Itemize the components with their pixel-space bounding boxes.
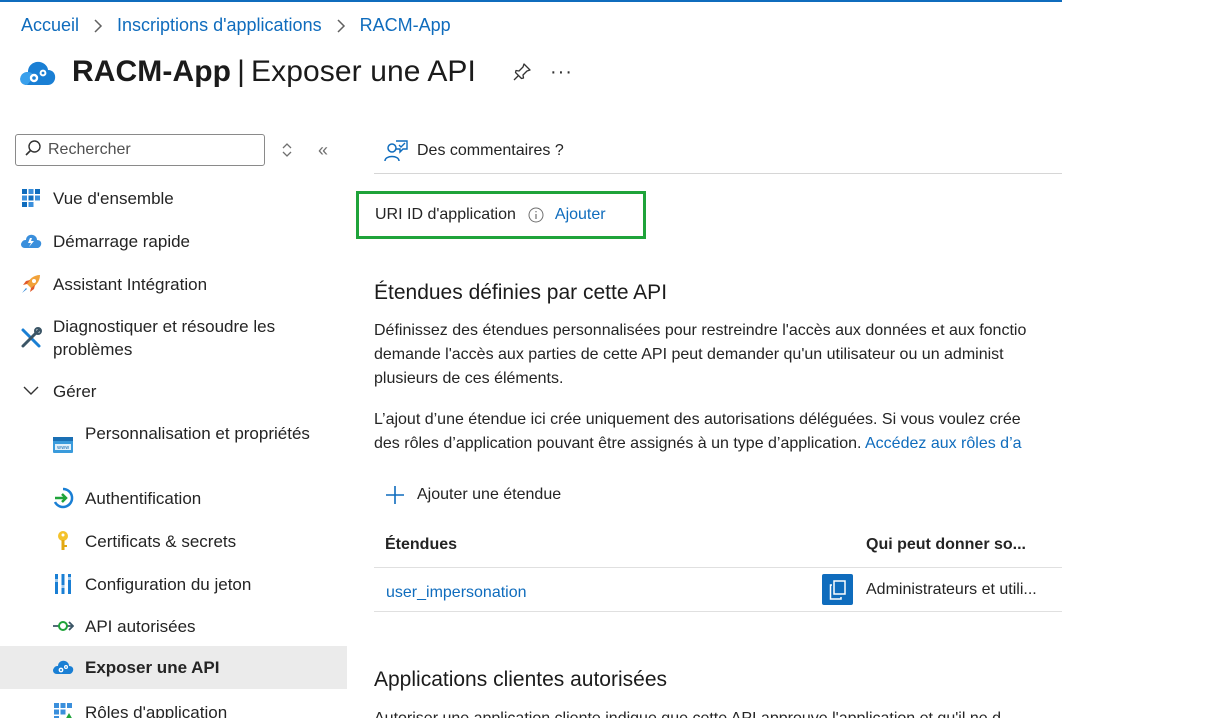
sidebar-search-input[interactable] [48, 141, 248, 159]
app-id-uri-label: URI ID d'application [375, 206, 516, 223]
app-cloud-gear-icon [18, 52, 58, 92]
chevron-right-icon [336, 18, 346, 33]
chevron-down-icon [20, 380, 42, 402]
command-bar: Des commentaires ? [374, 128, 1062, 174]
sidebar-item-authentication[interactable]: Authentification [0, 484, 347, 512]
key-icon [52, 530, 74, 552]
sidebar-item-label: Certificats & secrets [85, 532, 237, 551]
scopes-section-title: Étendues définies par cette API [374, 281, 668, 304]
sidebar-item-token-configuration[interactable]: Configuration du jeton [0, 570, 347, 598]
svg-text:www: www [57, 445, 69, 451]
top-accent-line [0, 0, 1062, 2]
pin-icon[interactable] [510, 60, 534, 84]
table-header: Étendues Qui peut donner so... [374, 528, 1062, 568]
page-title-app: RACM-App [72, 55, 232, 88]
sidebar-item-overview[interactable]: Vue d'ensemble [0, 184, 347, 212]
sidebar-item-quickstart[interactable]: Démarrage rapide [0, 227, 347, 255]
sidebar-group-manage[interactable]: Gérer [0, 377, 347, 405]
app-id-uri-row: URI ID d'application Ajouter [356, 191, 646, 239]
api-permissions-icon [52, 615, 74, 637]
sidebar-item-label: Démarrage rapide [53, 232, 191, 251]
table-row: user_impersonation Administrateurs et ut… [374, 568, 1062, 612]
sidebar-item-label: Diagnostiquer et résoudre les problèmes [53, 317, 276, 359]
scopes-description-line: plusieurs de ces éléments. [374, 370, 564, 387]
consent-value: Administrateurs et utili... [866, 581, 1037, 598]
chevron-right-icon [93, 18, 103, 33]
authorized-clients-title: Applications clientes autorisées [374, 668, 667, 691]
sidebar-search-box [15, 134, 265, 166]
authentication-icon [52, 487, 74, 509]
sidebar-item-expose-api[interactable]: Exposer une API [0, 646, 347, 689]
breadcrumb-home[interactable]: Accueil [21, 15, 79, 36]
sidebar-item-label: Vue d'ensemble [53, 189, 174, 208]
sidebar-item-api-permissions[interactable]: API autorisées [0, 612, 347, 640]
scopes-description-line: demande l'accès aux parties de cette API… [374, 346, 1004, 363]
delegated-permissions-note: L’ajout d’une étendue ici crée uniquemen… [374, 408, 1062, 456]
note-line-text: des rôles d’application pouvant être ass… [374, 435, 862, 452]
page-header: RACM-App | Exposer une API ··· [18, 52, 573, 92]
note-line: des rôles d’application pouvant être ass… [374, 432, 1062, 456]
title-separator: | [237, 55, 245, 88]
add-scope-button[interactable]: Ajouter une étendue [384, 484, 561, 506]
sidebar-item-label: API autorisées [85, 617, 196, 636]
plus-icon [384, 484, 406, 506]
app-roles-link[interactable]: Accédez aux rôles d’a [865, 435, 1022, 452]
feedback-button[interactable]: Des commentaires ? [384, 139, 564, 163]
scopes-description: Définissez des étendues personnalisées p… [374, 319, 1062, 391]
scopes-description-line: Définissez des étendues personnalisées p… [374, 322, 1027, 339]
sidebar-item-branding[interactable]: www Personnalisation et propriétés [0, 420, 347, 470]
add-scope-label: Ajouter une étendue [417, 486, 562, 503]
expand-collapse-icon[interactable] [278, 141, 296, 159]
scope-link[interactable]: user_impersonation [386, 584, 527, 602]
sidebar-item-app-roles[interactable]: Rôles d'application [0, 698, 347, 718]
page-title-section: Exposer une API [251, 55, 476, 88]
sidebar-item-label: Authentification [85, 489, 202, 508]
collapse-sidebar-button[interactable]: « [318, 140, 336, 160]
sidebar-group-label: Gérer [53, 382, 97, 401]
token-bars-icon [52, 573, 74, 595]
quickstart-cloud-icon [20, 230, 42, 252]
sidebar-item-label: Assistant Intégration [53, 275, 208, 294]
branding-icon: www [52, 434, 74, 456]
column-header-consent[interactable]: Qui peut donner so... [866, 536, 1026, 554]
breadcrumb-app[interactable]: RACM-App [360, 15, 451, 36]
column-header-scopes[interactable]: Étendues [385, 536, 457, 554]
breadcrumb-app-registrations[interactable]: Inscriptions d'applications [117, 15, 322, 36]
rocket-icon [20, 273, 42, 295]
note-line: L’ajout d’une étendue ici crée uniquemen… [374, 411, 1021, 428]
page-title: RACM-App | Exposer une API [72, 55, 476, 89]
overview-grid-icon [20, 187, 42, 209]
feedback-label: Des commentaires ? [417, 141, 564, 159]
sidebar-item-integration-assistant[interactable]: Assistant Intégration [0, 270, 347, 298]
search-icon [24, 139, 42, 162]
wrench-tools-icon [20, 327, 42, 349]
add-app-id-uri-link[interactable]: Ajouter [555, 206, 606, 224]
more-options-button[interactable]: ··· [550, 62, 573, 82]
authorized-clients-description: Autoriser une application cliente indiqu… [374, 707, 1062, 718]
copy-icon[interactable] [822, 574, 853, 605]
app-roles-icon [52, 701, 74, 718]
sidebar-item-label: Personnalisation et propriétés [85, 424, 310, 443]
sidebar-item-label: Exposer une API [85, 658, 220, 677]
sidebar-item-label: Rôles d'application [85, 703, 228, 718]
sidebar-item-certificates[interactable]: Certificats & secrets [0, 527, 347, 555]
breadcrumb: Accueil Inscriptions d'applications RACM… [21, 15, 451, 36]
sidebar-item-label: Configuration du jeton [85, 575, 252, 594]
sidebar-item-diagnose[interactable]: Diagnostiquer et résoudre les problèmes [0, 313, 347, 363]
feedback-person-icon [384, 139, 408, 163]
info-icon[interactable] [528, 207, 544, 223]
expose-api-cloud-icon [52, 656, 74, 678]
